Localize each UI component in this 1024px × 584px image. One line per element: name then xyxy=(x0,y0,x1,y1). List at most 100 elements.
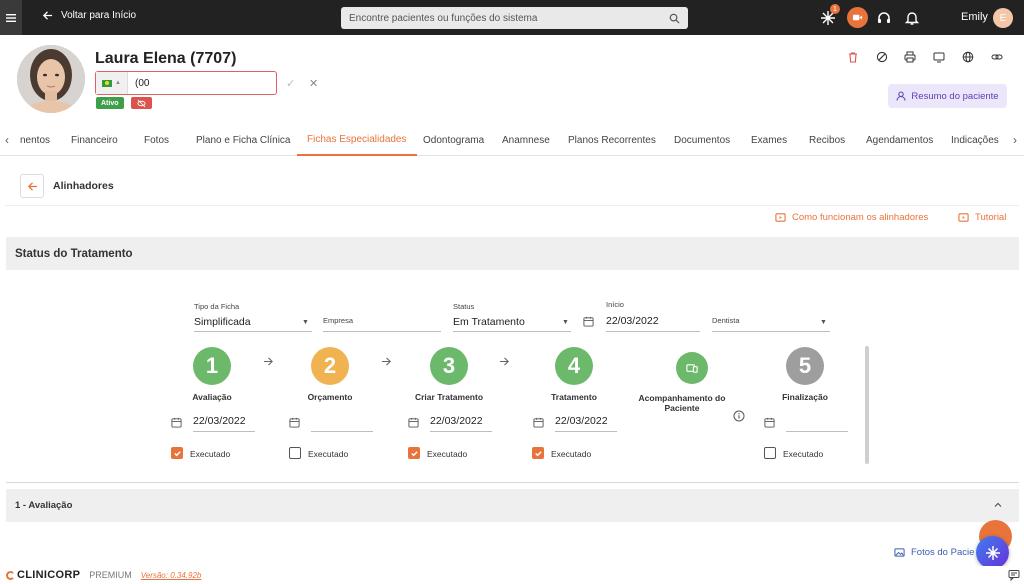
block-patient-button[interactable] xyxy=(875,50,889,64)
tab-fotos[interactable]: Fotos xyxy=(144,124,169,156)
executed-label: Executado xyxy=(551,449,592,459)
tab-financeiro[interactable]: Financeiro xyxy=(71,124,118,156)
support-button[interactable] xyxy=(874,8,894,28)
image-icon xyxy=(894,548,905,557)
step-3-executed-checkbox[interactable] xyxy=(408,447,420,459)
dentista-select[interactable]: Dentista xyxy=(712,316,740,325)
search-input[interactable]: Encontre pacientes ou funções do sistema xyxy=(349,13,669,24)
info-icon[interactable] xyxy=(733,410,745,422)
tab-agendamentos[interactable]: Agendamentos xyxy=(866,124,933,156)
delete-patient-button[interactable] xyxy=(846,50,860,64)
field-underline xyxy=(786,431,848,432)
field-underline xyxy=(606,331,700,332)
web-portal-button[interactable] xyxy=(961,50,975,64)
link-button[interactable] xyxy=(990,50,1004,64)
print-button[interactable] xyxy=(903,50,917,64)
record-button[interactable] xyxy=(847,7,868,28)
calendar-icon[interactable] xyxy=(533,417,544,428)
tab-recibos[interactable]: Recibos xyxy=(809,124,845,156)
tab-odontograma[interactable]: Odontograma xyxy=(423,124,484,156)
ai-assistant-button[interactable]: 1 xyxy=(818,4,840,28)
user-avatar[interactable]: E xyxy=(993,8,1013,28)
step-5-executed-checkbox[interactable] xyxy=(764,447,776,459)
cancel-phone-button[interactable]: ✕ xyxy=(309,77,318,90)
check-icon xyxy=(173,450,181,456)
patient-summary-button[interactable]: Resumo do paciente xyxy=(888,84,1007,108)
step-2-executed-checkbox[interactable] xyxy=(289,447,301,459)
arrow-right-icon xyxy=(263,357,273,366)
chat-icon[interactable] xyxy=(1008,569,1020,581)
empresa-field[interactable]: Empresa xyxy=(323,316,353,325)
field-underline xyxy=(194,331,312,332)
tab-procedimentos[interactable]: nentos xyxy=(20,124,50,156)
notification-count-badge: 1 xyxy=(830,4,840,14)
tabs-scroll-left-button[interactable]: ‹ xyxy=(5,133,9,147)
step-1-avaliacao-circle[interactable]: 1 xyxy=(193,347,231,385)
inicio-date-input[interactable]: 22/03/2022 xyxy=(606,315,659,327)
patient-photo[interactable] xyxy=(17,45,85,113)
step-4-tratamento-circle[interactable]: 4 xyxy=(555,347,593,385)
calendar-icon[interactable] xyxy=(171,417,182,428)
printer-icon xyxy=(904,51,916,63)
country-selector[interactable]: ▲ xyxy=(96,72,128,94)
executed-label: Executado xyxy=(308,449,349,459)
status-select[interactable]: Em Tratamento xyxy=(453,316,525,328)
field-underline xyxy=(323,331,441,332)
tab-fichas-especialidades[interactable]: Fichas Especialidades xyxy=(297,124,417,156)
arrow-right-icon xyxy=(381,357,391,366)
tutorial-link[interactable]: Tutorial xyxy=(958,212,1006,223)
step-4-label: Tratamento xyxy=(551,392,597,402)
how-aligners-work-link[interactable]: Como funcionam os alinhadores xyxy=(775,212,928,223)
step-1-executed-checkbox[interactable] xyxy=(171,447,183,459)
screen-share-button[interactable] xyxy=(932,50,946,64)
version-link[interactable]: Versão: 0.34.92b xyxy=(141,571,202,580)
bell-icon xyxy=(904,12,920,25)
visibility-badge[interactable] xyxy=(131,97,152,109)
notifications-button[interactable] xyxy=(902,8,922,28)
step-acompanhamento-circle[interactable] xyxy=(676,352,708,384)
back-label: Voltar para Início xyxy=(61,10,137,21)
executed-label: Executado xyxy=(783,449,824,459)
ai-assistant-fab[interactable] xyxy=(976,536,1009,569)
patient-photos-link[interactable]: Fotos do Pacie xyxy=(894,547,974,558)
tab-indicacoes[interactable]: Indicações xyxy=(951,124,999,156)
tab-documentos[interactable]: Documentos xyxy=(674,124,730,156)
confirm-phone-button[interactable]: ✓ xyxy=(286,77,295,90)
calendar-icon[interactable] xyxy=(764,417,775,428)
tab-exames[interactable]: Exames xyxy=(751,124,787,156)
step-3-criar-tratamento-circle[interactable]: 3 xyxy=(430,347,468,385)
phone-field[interactable]: ▲ (00 xyxy=(95,71,277,95)
executed-label: Executado xyxy=(427,449,468,459)
dropdown-caret-icon: ▼ xyxy=(820,319,827,326)
back-button[interactable] xyxy=(20,174,44,198)
step-5-finalizacao-circle[interactable]: 5 xyxy=(786,347,824,385)
play-video-icon xyxy=(775,213,786,222)
field-underline xyxy=(453,331,571,332)
tab-plano-ficha-clinica[interactable]: Plano e Ficha Clínica xyxy=(196,124,291,156)
inicio-label: Início xyxy=(606,300,624,309)
back-to-home-link[interactable]: Voltar para Início xyxy=(42,10,136,21)
monitor-icon xyxy=(933,52,945,63)
arrow-left-icon xyxy=(42,11,53,20)
menu-button[interactable] xyxy=(0,0,22,35)
phone-input[interactable]: (00 xyxy=(135,78,149,89)
step-1-date-input[interactable]: 22/03/2022 xyxy=(193,415,246,427)
tipo-ficha-select[interactable]: Simplificada xyxy=(194,316,251,328)
tabs-scroll-right-button[interactable]: › xyxy=(1013,133,1017,147)
hamburger-icon xyxy=(6,13,16,22)
step-4-executed-checkbox[interactable] xyxy=(532,447,544,459)
step-2-orcamento-circle[interactable]: 2 xyxy=(311,347,349,385)
calendar-icon[interactable] xyxy=(583,316,594,327)
panel-scrollbar[interactable] xyxy=(865,346,869,464)
tab-planos-recorrentes[interactable]: Planos Recorrentes xyxy=(568,124,656,156)
calendar-icon[interactable] xyxy=(289,417,300,428)
tab-anamnese[interactable]: Anamnese xyxy=(502,124,550,156)
brand-name: CLINICORP xyxy=(17,569,81,581)
step-3-date-input[interactable]: 22/03/2022 xyxy=(430,415,483,427)
calendar-icon[interactable] xyxy=(408,417,419,428)
user-name[interactable]: Emily xyxy=(961,11,988,23)
chevron-up-icon[interactable] xyxy=(993,500,1003,510)
step-4-date-input[interactable]: 22/03/2022 xyxy=(555,415,608,427)
global-search[interactable]: Encontre pacientes ou funções do sistema xyxy=(341,7,688,29)
evaluation-panel-header[interactable]: 1 - Avaliação xyxy=(6,489,1019,522)
